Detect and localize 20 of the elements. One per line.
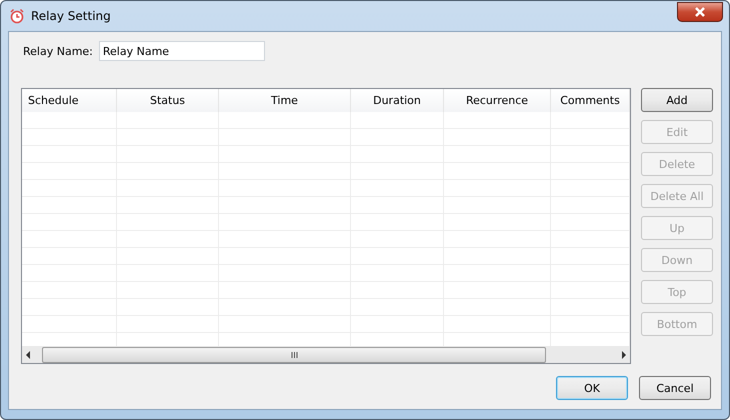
scroll-left-icon[interactable] — [25, 350, 31, 358]
horizontal-scrollbar[interactable] — [22, 346, 630, 363]
close-button[interactable] — [677, 2, 723, 22]
column-header[interactable]: Comments — [551, 89, 630, 112]
relay-name-field[interactable]: Relay Name — [98, 41, 265, 61]
dialog-button[interactable]: Cancel — [639, 376, 711, 400]
column-header[interactable]: Duration — [351, 89, 444, 112]
scrollbar-thumb[interactable] — [42, 346, 546, 362]
dialog-button[interactable]: OK — [556, 376, 628, 400]
window-title: Relay Setting — [31, 9, 111, 23]
column-header[interactable]: Schedule — [22, 89, 117, 112]
column-header[interactable]: Status — [117, 89, 219, 112]
column-header[interactable]: Time — [219, 89, 351, 112]
alarm-clock-icon — [9, 8, 25, 24]
close-icon — [694, 7, 706, 17]
grip-icon — [290, 352, 298, 358]
scroll-right-icon[interactable] — [621, 350, 627, 358]
column-header[interactable]: Recurrence — [444, 89, 551, 112]
relay-name-label: Relay Name: — [23, 44, 93, 58]
action-button[interactable]: Add — [641, 88, 713, 112]
